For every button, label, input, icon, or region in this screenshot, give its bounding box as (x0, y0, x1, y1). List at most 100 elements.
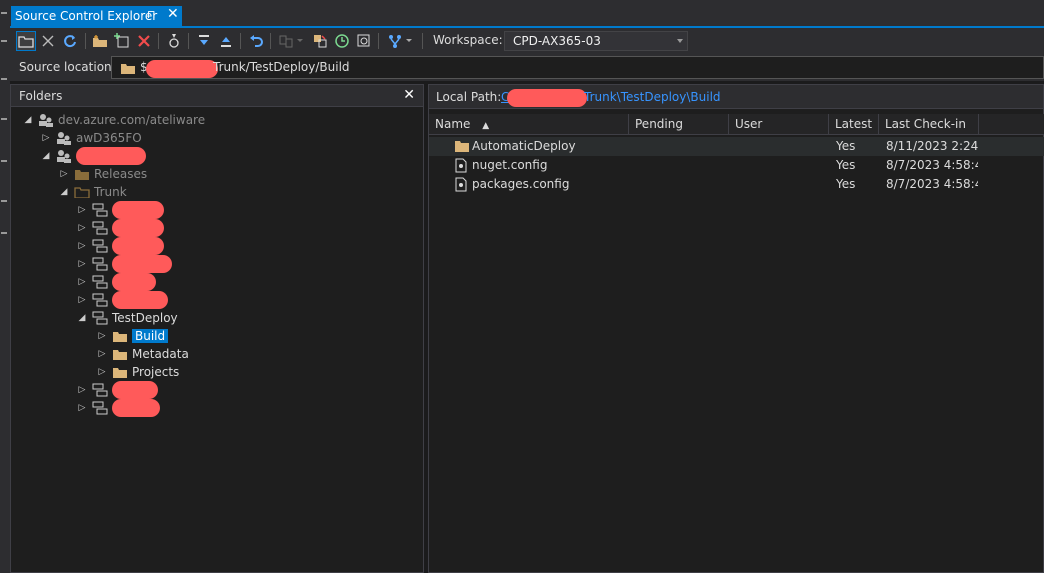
file-row[interactable]: nuget.config Yes 8/7/2023 4:58:4... (429, 156, 1044, 175)
branch-icon (91, 292, 109, 308)
branch-dropdown[interactable] (403, 31, 415, 51)
folder-icon (455, 141, 469, 152)
file-row[interactable]: AutomaticDeploy Yes 8/11/2023 2:24:... (429, 137, 1044, 156)
file-latest: Yes (836, 139, 856, 153)
add-items-button[interactable] (112, 31, 132, 51)
tree-node[interactable]: ▷ (77, 255, 172, 273)
tree-node[interactable]: ◢ (41, 147, 146, 165)
expand-arrow-icon[interactable]: ▷ (97, 331, 107, 341)
expand-arrow-icon[interactable]: ▷ (77, 205, 87, 215)
tab-source-control-explorer[interactable]: Source Control Explorer ⊓ ✕ (11, 6, 182, 26)
document-tab-strip: Source Control Explorer ⊓ ✕ (10, 0, 1044, 28)
tree-node[interactable]: ▷ Releases (59, 165, 148, 183)
disconnect-button[interactable] (38, 31, 58, 51)
collapse-arrow-icon[interactable]: ◢ (41, 151, 51, 161)
tree-node-build[interactable]: ▷ Build (97, 327, 169, 345)
tree-node[interactable]: ▷ (77, 237, 164, 255)
redaction (146, 60, 218, 78)
expand-arrow-icon[interactable]: ▷ (77, 223, 87, 233)
folder-icon (73, 166, 91, 182)
find-button[interactable] (354, 31, 374, 51)
chevron-down-icon (297, 39, 303, 42)
collapse-arrow-icon[interactable]: ◢ (59, 187, 69, 197)
tree-node[interactable]: ◢ Trunk (59, 183, 127, 201)
get-specific-version-icon (169, 34, 179, 48)
shelve-button[interactable] (310, 31, 330, 51)
redaction (112, 219, 164, 237)
source-location-bar: Source location: $ Trunk/TestDeploy/Buil… (10, 54, 1044, 81)
branch-icon (91, 310, 109, 326)
history-button[interactable] (332, 31, 352, 51)
column-header-name[interactable]: Name ▲ (429, 114, 629, 135)
collapse-arrow-icon[interactable]: ◢ (77, 313, 87, 323)
expand-arrow-icon[interactable]: ▷ (59, 169, 69, 179)
delete-button[interactable] (134, 31, 154, 51)
expand-arrow-icon[interactable]: ▷ (97, 367, 107, 377)
folder-icon (111, 364, 129, 380)
column-header-latest[interactable]: Latest (829, 114, 879, 135)
source-location-label: Source location: (19, 60, 116, 74)
tree-node[interactable]: ▷ (77, 201, 164, 219)
expand-arrow-icon[interactable]: ▷ (77, 385, 87, 395)
redaction (76, 147, 146, 165)
branch-button[interactable] (385, 31, 405, 51)
new-folder-button[interactable] (90, 31, 110, 51)
file-row[interactable]: packages.config Yes 8/7/2023 4:58:4... (429, 175, 1044, 194)
compare-dropdown[interactable] (294, 31, 306, 51)
get-latest-version-button[interactable] (194, 31, 214, 51)
branch-icon (91, 274, 109, 290)
expand-arrow-icon[interactable]: ▷ (77, 295, 87, 305)
local-path-bar: Local Path: C Trunk\TestDeploy\Build (429, 85, 1043, 109)
tree-node[interactable]: ◢ dev.azure.com/ateliware (23, 111, 205, 129)
pin-icon[interactable]: ⊓ (147, 8, 156, 21)
tree-node-label: Build (132, 329, 169, 343)
redaction (507, 89, 587, 107)
tree-node-label: TestDeploy (112, 311, 178, 325)
tree-node[interactable]: ▷ (77, 291, 168, 309)
tree-node-projects[interactable]: ▷ Projects (97, 363, 180, 381)
column-header-user[interactable]: User (729, 114, 829, 135)
undo-button[interactable] (246, 31, 266, 51)
tree-node[interactable]: ▷ awD365FO (41, 129, 142, 147)
expand-arrow-icon[interactable]: ▷ (77, 277, 87, 287)
history-icon (335, 34, 349, 48)
source-location-input[interactable]: $ Trunk/TestDeploy/Build (111, 56, 1044, 79)
local-path-link[interactable]: C Trunk\TestDeploy\Build (501, 89, 721, 107)
tree-node[interactable]: ▷ (77, 381, 158, 399)
local-path-value: Trunk\TestDeploy\Build (584, 90, 721, 104)
file-name: AutomaticDeploy (472, 139, 576, 153)
new-folder-icon (93, 35, 107, 47)
close-icon[interactable]: ✕ (403, 87, 415, 103)
expand-arrow-icon[interactable]: ▷ (77, 403, 87, 413)
expand-arrow-icon[interactable]: ▷ (97, 349, 107, 359)
column-header-pending-change[interactable]: Pending Change (629, 114, 729, 152)
tree-node[interactable]: ▷ (77, 399, 160, 417)
workspace-select[interactable]: CPD-AX365-03 (504, 31, 688, 51)
compare-button[interactable] (276, 31, 296, 51)
tree-node-metadata[interactable]: ▷ Metadata (97, 345, 189, 363)
tree-node-label: Projects (132, 365, 180, 379)
expand-arrow-icon[interactable]: ▷ (77, 259, 87, 269)
undo-icon (250, 35, 263, 47)
file-checkin: 8/7/2023 4:58:4... (886, 158, 978, 172)
sort-ascending-icon: ▲ (482, 121, 490, 131)
expand-arrow-icon[interactable]: ▷ (41, 133, 51, 143)
get-latest-button[interactable] (164, 31, 184, 51)
check-in-button[interactable] (216, 31, 236, 51)
open-folder-button[interactable] (16, 31, 36, 51)
folder-icon (121, 64, 135, 74)
tree-node[interactable]: ▷ (77, 273, 156, 291)
tree-node-label: Releases (94, 167, 148, 181)
tab-close-icon[interactable]: ✕ (167, 6, 179, 22)
expand-arrow-icon[interactable]: ▷ (77, 241, 87, 251)
tree-node-testdeploy[interactable]: ◢ TestDeploy (77, 309, 178, 327)
column-header-last-checkin[interactable]: Last Check-in (879, 114, 979, 135)
chevron-down-icon (406, 39, 412, 42)
tree-node[interactable]: ▷ (77, 219, 164, 237)
collapse-arrow-icon[interactable]: ◢ (23, 115, 33, 125)
redaction (112, 381, 158, 399)
redaction (112, 399, 160, 417)
branch-icon (91, 256, 109, 272)
tab-title: Source Control Explorer (15, 9, 158, 23)
refresh-button[interactable] (60, 31, 80, 51)
